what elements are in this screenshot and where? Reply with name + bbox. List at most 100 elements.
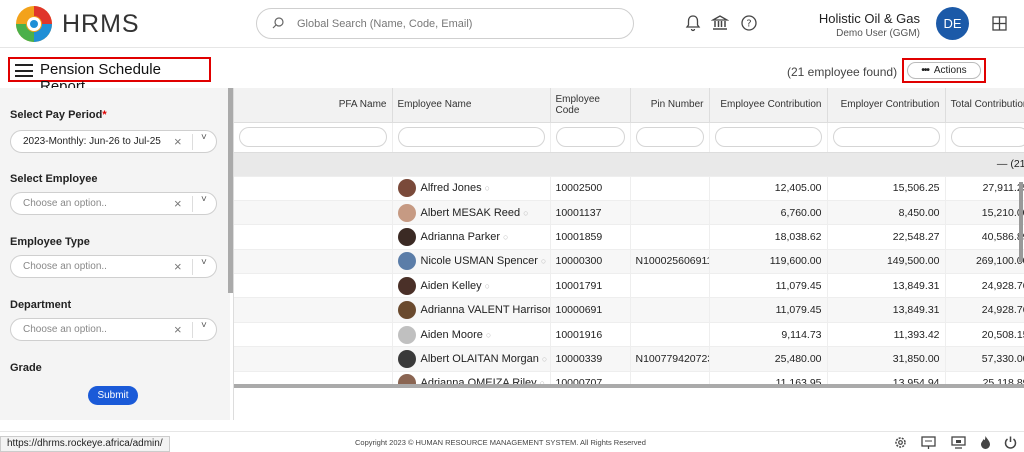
name-filter-input[interactable]: [397, 127, 545, 147]
employee-entry[interactable]: Albert MESAK Reed ○: [397, 203, 545, 222]
employee-entry[interactable]: Aiden Kelley ○: [397, 276, 545, 295]
settings-icon[interactable]: [893, 435, 908, 450]
employee-name[interactable]: Adrianna VALENT Harrison: [421, 304, 550, 316]
col-pin-number[interactable]: Pin Number: [630, 88, 710, 123]
employer-contribution: 11,393.42: [827, 322, 946, 348]
table-row[interactable]: Adrianna VALENT Harrison○10000691 11,079.…: [234, 297, 1024, 323]
employee-photo: [397, 179, 416, 198]
employer-contribution: 149,500.00: [827, 249, 946, 275]
table-row[interactable]: Albert MESAK Reed ○ 10001137 6,760.00 8,450.…: [234, 200, 1024, 226]
department-select[interactable]: Choose an option.. × ˅: [10, 318, 217, 341]
employee-name-cell[interactable]: Adrianna VALENT Harrison○: [392, 297, 551, 323]
employee-entry[interactable]: Albert OLAITAN Morgan ○: [397, 349, 547, 368]
bell-icon[interactable]: [684, 14, 702, 32]
vertical-scrollbar[interactable]: [1019, 182, 1023, 262]
employee-name[interactable]: Nicole USMAN Spencer: [421, 255, 538, 267]
monitor-icon[interactable]: [951, 435, 966, 450]
clear-icon[interactable]: ×: [174, 259, 182, 274]
employer-contribution: 13,954.94: [827, 371, 946, 384]
col-total-contribution[interactable]: Total Contribution: [945, 88, 1024, 123]
chevron-down-icon[interactable]: ˅: [201, 257, 207, 268]
table-row[interactable]: Adrianna OMEIZA Riley ○ 10000707 11,163.95 1…: [234, 371, 1024, 384]
grade-label: Grade: [10, 362, 42, 374]
col-employee-name[interactable]: Employee Name: [392, 88, 551, 123]
employee-entry[interactable]: Alfred Jones ○: [397, 179, 545, 198]
employee-type-label: Employee Type: [10, 236, 90, 248]
employee-name-cell[interactable]: Adrianna OMEIZA Riley ○: [392, 371, 551, 384]
employee-name[interactable]: Adrianna OMEIZA Riley: [421, 377, 537, 384]
employee-entry[interactable]: Adrianna OMEIZA Riley ○: [397, 374, 545, 384]
er-filter-input[interactable]: [832, 127, 940, 147]
employee-entry[interactable]: Nicole USMAN Spencer ○: [397, 252, 546, 271]
clear-icon[interactable]: ×: [174, 196, 182, 211]
menu-icon[interactable]: [15, 64, 33, 77]
employee-entry[interactable]: Adrianna Parker ○: [397, 227, 545, 246]
pfa-filter-input[interactable]: [239, 127, 387, 147]
pin-number: [630, 176, 710, 201]
clear-icon[interactable]: ×: [174, 322, 182, 337]
employee-name-cell[interactable]: Adrianna Parker ○: [392, 224, 551, 250]
col-employee-contribution[interactable]: Employee Contribution: [709, 88, 828, 123]
col-pfa-name[interactable]: PFA Name: [234, 88, 393, 123]
global-search[interactable]: [256, 8, 634, 39]
app-name: HRMS: [62, 10, 140, 38]
top-bar: HRMS ? Holistic Oil & Gas Demo User (GGM…: [0, 0, 1024, 48]
divider: [192, 196, 193, 212]
employee-select[interactable]: Choose an option.. × ˅: [10, 192, 217, 215]
bank-icon[interactable]: [711, 14, 729, 32]
chevron-down-icon[interactable]: ˅: [201, 132, 207, 143]
avatar[interactable]: DE: [936, 7, 969, 40]
search-input[interactable]: [297, 14, 617, 34]
chevron-down-icon[interactable]: ˅: [201, 320, 207, 331]
organization-info[interactable]: Holistic Oil & Gas Demo User (GGM): [819, 11, 920, 39]
employee-name[interactable]: Aiden Kelley: [421, 280, 482, 292]
pfa-cell: [234, 371, 393, 384]
employee-name-cell[interactable]: Nicole USMAN Spencer ○: [392, 249, 551, 275]
code-filter-input[interactable]: [555, 127, 625, 147]
submit-button[interactable]: Submit: [88, 386, 138, 405]
total-contribution: 20,508.15: [945, 322, 1024, 348]
help-icon[interactable]: ?: [740, 14, 758, 32]
table-row[interactable]: Albert OLAITAN Morgan ○ 10000339 N100779420…: [234, 346, 1024, 372]
employee-name-cell[interactable]: Aiden Kelley ○: [392, 273, 551, 299]
chevron-down-icon[interactable]: ˅: [201, 194, 207, 205]
table-row[interactable]: Adrianna Parker ○ 10001859 18,038.62 22,548.…: [234, 224, 1024, 250]
fire-icon[interactable]: [978, 435, 993, 450]
col-employer-contribution[interactable]: Employer Contribution: [827, 88, 946, 123]
pay-period-select[interactable]: 2023-Monthly: Jun-26 to Jul-25 × ˅: [10, 130, 217, 153]
table-row[interactable]: Nicole USMAN Spencer ○ 10000300 N1000256069…: [234, 249, 1024, 275]
status-dot-icon: ○: [503, 231, 509, 242]
group-row[interactable]: — (21): [234, 152, 1024, 177]
presentation-icon[interactable]: [921, 435, 936, 450]
employee-name-cell[interactable]: Alfred Jones ○: [392, 176, 551, 201]
employee-name[interactable]: Albert MESAK Reed: [421, 207, 521, 219]
pfa-cell: [234, 297, 393, 323]
employee-entry[interactable]: Adrianna VALENT Harrison○: [397, 301, 549, 320]
employee-name[interactable]: Adrianna Parker: [421, 231, 501, 243]
table-row[interactable]: Alfred Jones ○ 10002500 12,405.00 15,506.25 2…: [234, 176, 1024, 201]
group-cell: [234, 152, 945, 177]
apps-grid-icon[interactable]: [992, 16, 1007, 31]
employee-name[interactable]: Albert OLAITAN Morgan: [421, 353, 539, 365]
employee-name[interactable]: Alfred Jones: [421, 182, 482, 194]
employee-name-cell[interactable]: Albert OLAITAN Morgan ○: [392, 346, 551, 372]
employee-name-cell[interactable]: Albert MESAK Reed ○: [392, 200, 551, 226]
employee-photo: [397, 325, 416, 344]
employee-code: 10001791: [550, 273, 631, 299]
pin-filter-input[interactable]: [635, 127, 704, 147]
actions-button[interactable]: ••• Actions: [907, 62, 981, 79]
total-contribution: 24,928.76: [945, 273, 1024, 299]
employee-entry[interactable]: Aiden Moore ○: [397, 325, 545, 344]
employee-name[interactable]: Aiden Moore: [421, 329, 483, 341]
employee-name-cell[interactable]: Aiden Moore ○: [392, 322, 551, 348]
divider: [192, 259, 193, 275]
clear-icon[interactable]: ×: [174, 134, 182, 149]
table-row[interactable]: Aiden Moore ○ 10001916 9,114.73 11,393.42 20,…: [234, 322, 1024, 348]
col-employee-code[interactable]: Employee Code: [550, 88, 631, 123]
total-filter-input[interactable]: [950, 127, 1024, 147]
horizontal-scrollbar[interactable]: [234, 384, 1024, 388]
power-icon[interactable]: [1003, 435, 1018, 450]
table-row[interactable]: Aiden Kelley ○ 10001791 11,079.45 13,849.31 2…: [234, 273, 1024, 299]
employee-type-select[interactable]: Choose an option.. × ˅: [10, 255, 217, 278]
ee-filter-input[interactable]: [714, 127, 822, 147]
